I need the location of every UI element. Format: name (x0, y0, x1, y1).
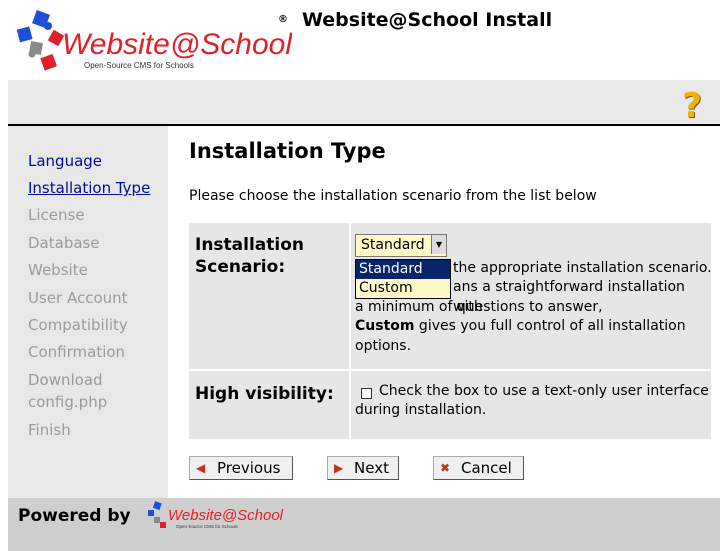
sidebar-item-config-php: config.php (28, 393, 108, 411)
page-title: Installation Type (189, 139, 386, 163)
chevron-down-icon[interactable]: ▼ (431, 235, 446, 254)
website-at-school-logo: Website@School Open-Source CMS for Schoo… (12, 8, 293, 78)
sidebar-item-confirmation: Confirmation (28, 343, 126, 361)
installation-form: Installation Scenario: Standard ▼ Standa… (189, 223, 712, 439)
sidebar-item-user-account: User Account (28, 289, 128, 307)
logo-tagline: Open-Source CMS for Schools (84, 61, 194, 70)
footer-logo[interactable]: Website@School Open-Source CMS for Schoo… (146, 498, 286, 534)
scenario-dropdown-list: Standard Custom (355, 259, 451, 299)
registered-mark: ® (278, 14, 288, 25)
sidebar-item-installation-type[interactable]: Installation Type (28, 179, 150, 197)
high-visibility-checkbox[interactable] (361, 388, 372, 399)
sidebar-item-compatibility: Compatibility (28, 316, 128, 334)
toolbar: ? (8, 80, 720, 126)
footer-logo-text: Website@School (168, 507, 284, 524)
sidebar-item-website: Website (28, 261, 88, 279)
scenario-desc-line3: a minimum of questions to answer, (355, 299, 603, 315)
footer: Powered by Website@School Open-Source CM… (8, 498, 720, 551)
scenario-option-custom[interactable]: Custom (356, 279, 450, 298)
scenario-select[interactable]: Standard ▼ (355, 234, 447, 257)
arrow-right-icon: ▶ (334, 461, 344, 475)
next-button[interactable]: ▶ Next (327, 456, 399, 480)
powered-by-text: Powered by (18, 506, 131, 526)
previous-button[interactable]: ◀ Previous (189, 456, 293, 480)
scenario-label: Installation Scenario: (195, 235, 305, 277)
help-icon[interactable]: ? (682, 86, 702, 126)
scenario-option-standard[interactable]: Standard (356, 260, 450, 279)
logo-text-website: Website@School (62, 28, 292, 61)
sidebar-item-database: Database (28, 234, 100, 252)
scenario-desc-line5: options. (355, 338, 412, 354)
scenario-desc-line4: Custom gives you full control of all ins… (355, 318, 686, 334)
sidebar-item-finish: Finish (28, 421, 71, 439)
scenario-desc-line1: the appropriate installation scenario. (453, 260, 712, 276)
sidebar-item-license: License (28, 206, 85, 224)
high-visibility-label: High visibility: (195, 384, 334, 404)
row-divider (189, 369, 711, 371)
cell-divider (349, 223, 351, 439)
close-icon: ✖ (440, 461, 451, 475)
high-visibility-desc-line1: Check the box to use a text-only user in… (379, 383, 709, 399)
intro-text: Please choose the installation scenario … (189, 188, 597, 204)
high-visibility-desc-line2: during installation. (355, 402, 487, 418)
cancel-button[interactable]: ✖ Cancel (433, 456, 524, 480)
app-title: Website@School Install (302, 9, 553, 31)
scenario-select-value: Standard (361, 237, 425, 253)
sidebar-item-download: Download (28, 371, 103, 389)
sidebar: Language Installation Type License Datab… (8, 126, 168, 498)
arrow-left-icon: ◀ (196, 461, 206, 475)
footer-logo-tagline: Open-Source CMS for Schools (176, 524, 239, 529)
sidebar-item-language[interactable]: Language (28, 152, 102, 170)
custom-keyword: Custom (355, 318, 415, 334)
